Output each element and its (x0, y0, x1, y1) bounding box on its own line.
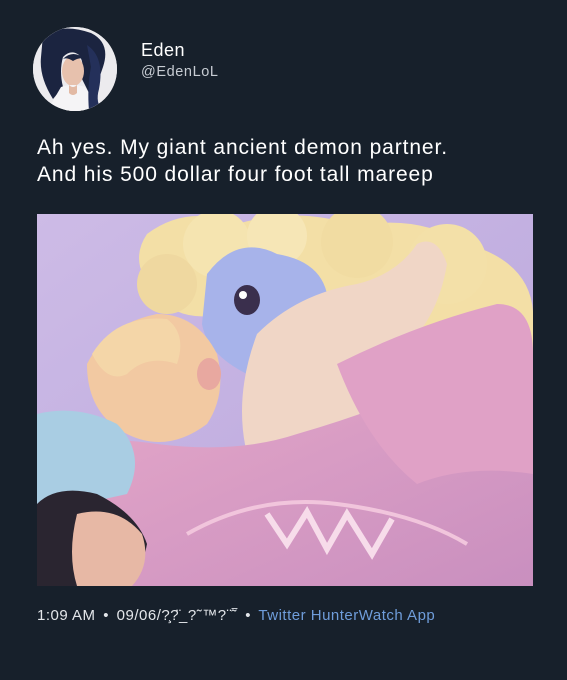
tweet-time[interactable]: 1:09 AM (37, 607, 96, 624)
meta-separator: • (103, 607, 109, 624)
author-handle[interactable]: @EdenLoL (141, 64, 219, 80)
tweet-meta: 1:09 AM • 09/06/?̧?̈_?˜™?¨̃‾ • Twitter H… (37, 607, 435, 624)
author-name[interactable]: Eden (141, 40, 185, 61)
tweet-date[interactable]: 09/06/?̧?̈_?˜™?¨̃‾ (117, 607, 238, 624)
illustration-image (37, 214, 533, 586)
avatar-image (33, 27, 117, 111)
tweet-card: Eden @EdenLoL Ah yes. My giant ancient d… (0, 0, 567, 680)
tweet-source-link[interactable]: Twitter HunterWatch App (258, 607, 435, 624)
tweet-text-line: Ah yes. My giant ancient demon partner. (37, 136, 448, 159)
tweet-text-line: And his 500 dollar four foot tall mareep (37, 163, 434, 186)
meta-separator: • (245, 607, 251, 624)
tweet-text: Ah yes. My giant ancient demon partner. … (37, 134, 537, 188)
tweet-media-image[interactable] (37, 214, 533, 586)
profile-avatar[interactable] (33, 27, 117, 111)
